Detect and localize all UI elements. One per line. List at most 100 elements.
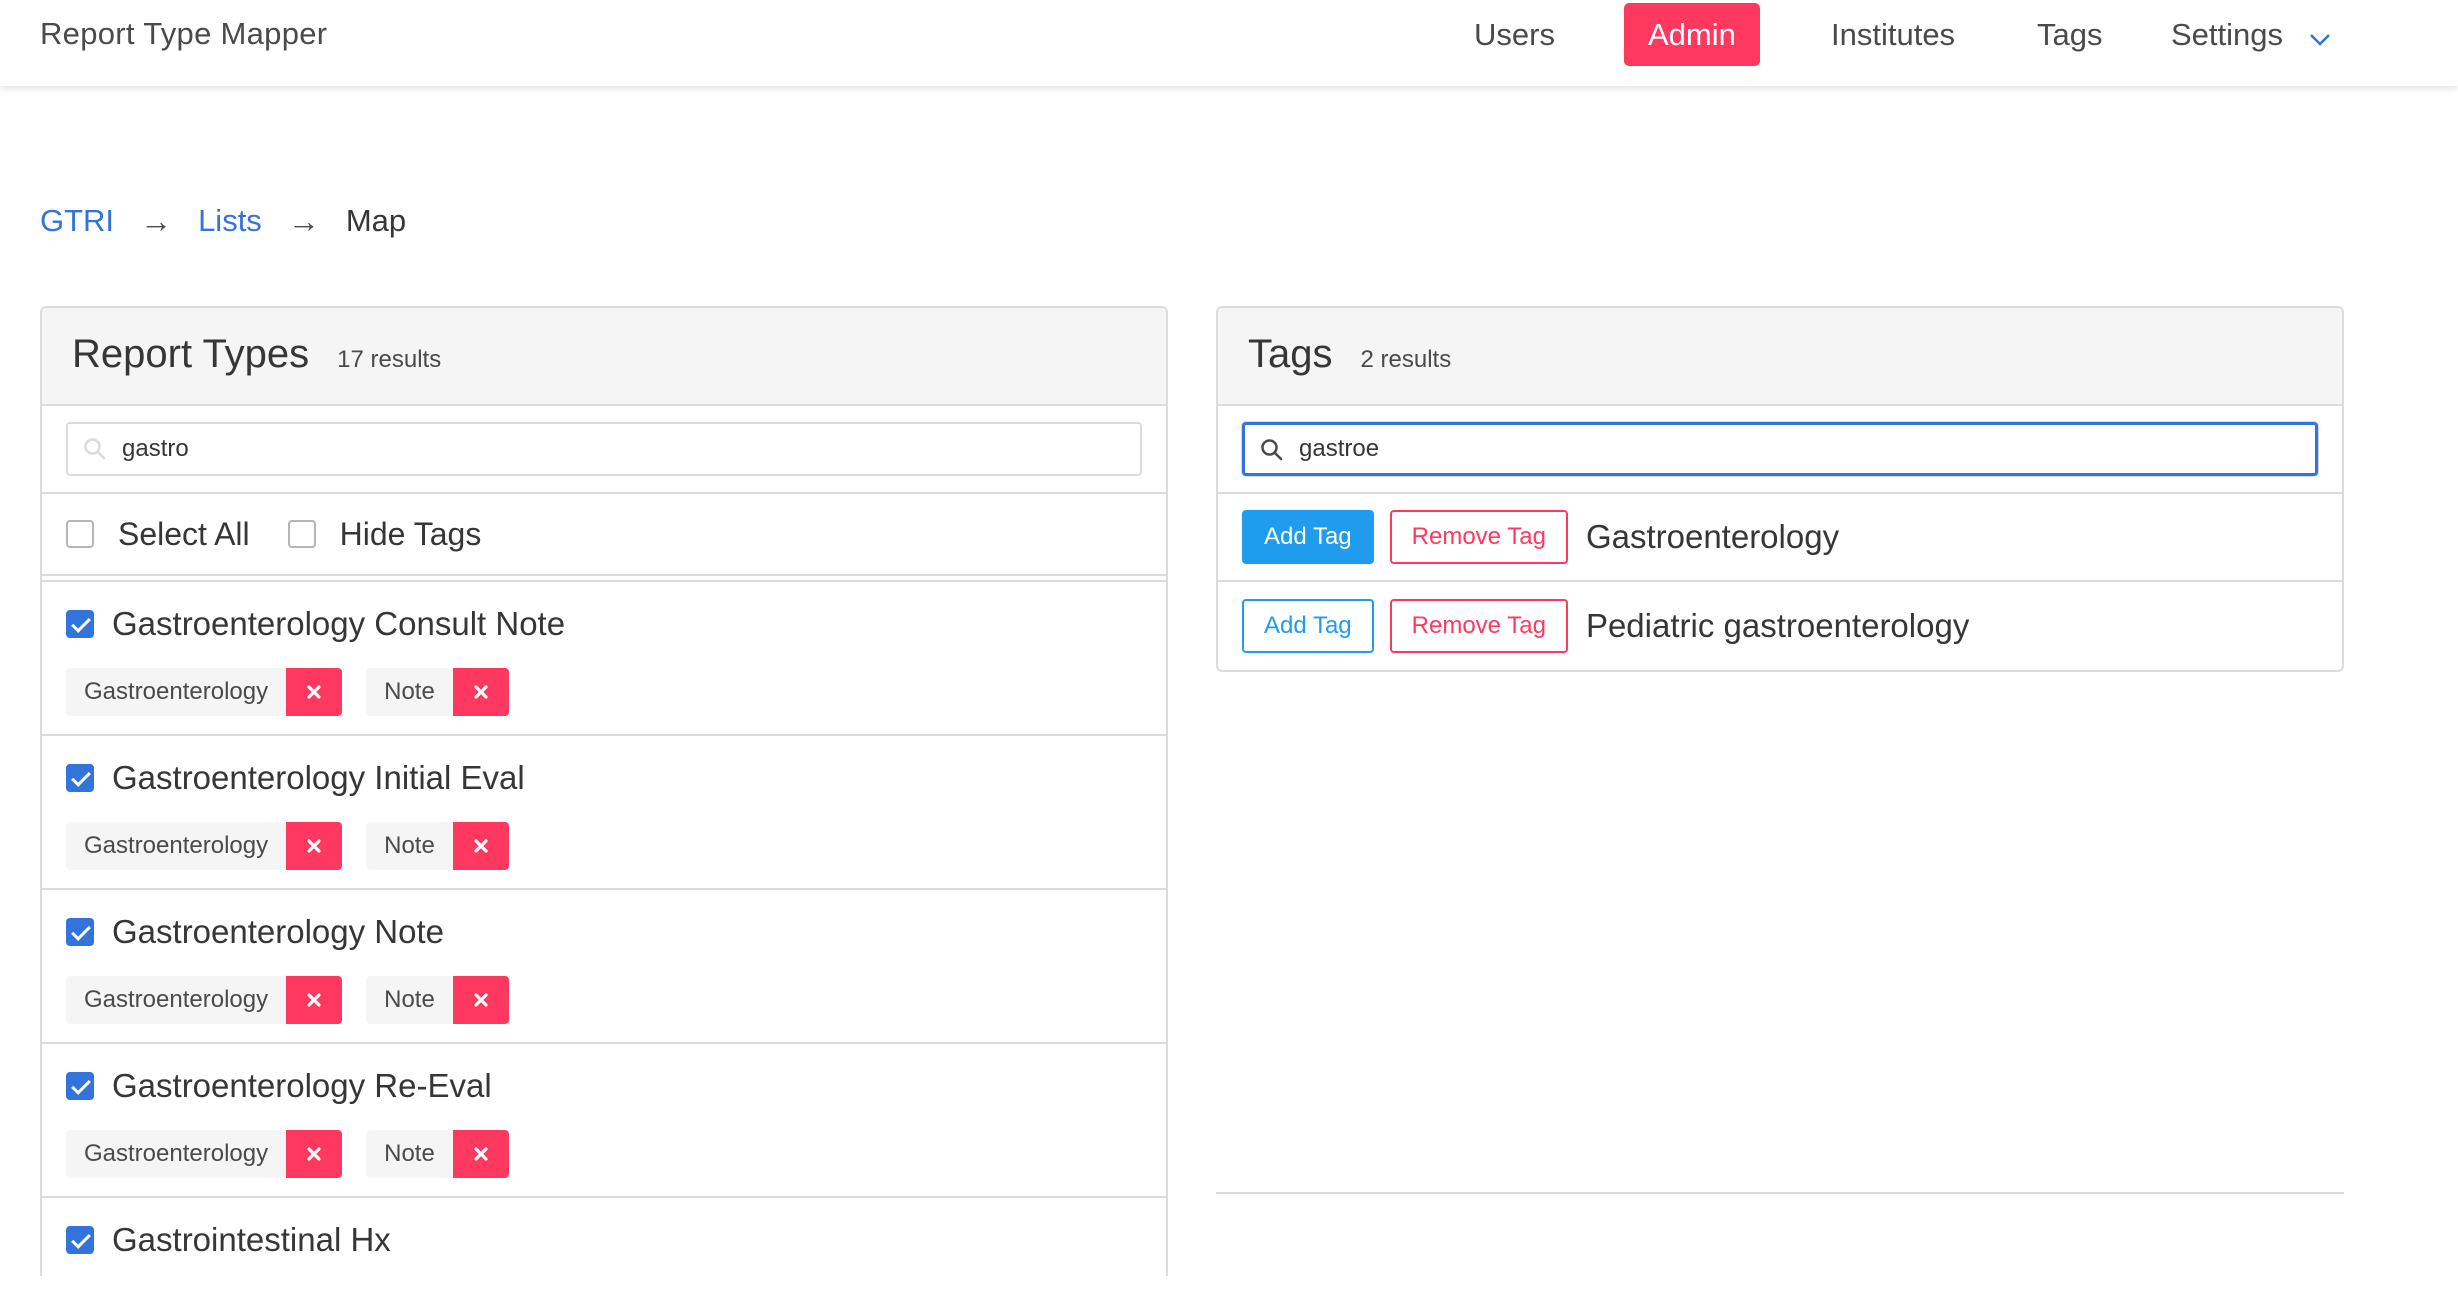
checkbox-icon[interactable]: [66, 520, 94, 548]
checkbox-icon[interactable]: [287, 520, 316, 548]
add-tag-button[interactable]: Add Tag: [1242, 510, 1374, 564]
remove-tag-button[interactable]: [452, 668, 509, 716]
tags-search-box[interactable]: [1242, 422, 2318, 476]
report-type-checkbox-row[interactable]: Gastroenterology Re-Eval: [66, 1066, 1166, 1106]
report-type-tags: Gastroenterology Note: [66, 1130, 1166, 1178]
breadcrumb-map: Map: [345, 203, 407, 238]
close-icon: [474, 685, 488, 699]
report-type-item: Gastrointestinal Hx: [42, 1198, 1166, 1276]
tag-chip: Note: [366, 822, 509, 870]
remove-tag-button[interactable]: [286, 976, 343, 1024]
report-type-checkbox-row[interactable]: Gastroenterology Initial Eval: [66, 758, 1166, 798]
report-type-name: Gastroenterology Initial Eval: [112, 759, 525, 796]
nav-users[interactable]: Users: [1450, 3, 1579, 66]
tag-result-row: Add Tag Remove Tag Gastroenterology: [1218, 494, 2342, 582]
tag-chip: Note: [366, 668, 509, 716]
close-icon: [474, 839, 488, 853]
tag-chip: Note: [366, 976, 509, 1024]
report-types-panel: Report Types 17 results Select All Hide …: [40, 306, 1168, 1276]
search-icon: [82, 436, 108, 462]
remove-tag-button[interactable]: [286, 822, 343, 870]
report-types-count: 17 results: [337, 346, 442, 373]
report-type-tags: Gastroenterology Note: [66, 976, 1166, 1024]
top-navbar: Report Type Mapper Users Admin Institute…: [0, 0, 2458, 86]
remove-tag-button[interactable]: [286, 668, 343, 716]
close-icon: [307, 839, 321, 853]
add-tag-button[interactable]: Add Tag: [1242, 599, 1374, 653]
report-types-search-block: [42, 406, 1166, 494]
tag-chip-label: Gastroenterology: [66, 976, 287, 1024]
checkbox-checked-icon[interactable]: [66, 610, 94, 638]
report-type-name: Gastrointestinal Hx: [112, 1221, 391, 1258]
hide-tags-checkbox[interactable]: Hide Tags: [287, 515, 482, 553]
tag-result-name: Pediatric gastroenterology: [1585, 607, 1970, 644]
report-types-search-input[interactable]: [122, 424, 1130, 474]
report-type-item: Gastroenterology Initial Eval Gastroente…: [42, 736, 1166, 890]
close-icon: [474, 993, 488, 1007]
search-icon: [1259, 437, 1285, 463]
tag-chip-label: Gastroenterology: [66, 668, 287, 716]
report-type-checkbox-row[interactable]: Gastroenterology Consult Note: [66, 604, 1166, 644]
tag-chip: Gastroenterology: [66, 976, 343, 1024]
remove-tag-button[interactable]: Remove Tag: [1389, 510, 1568, 564]
breadcrumb-gtri[interactable]: GTRI: [40, 203, 114, 239]
tag-chip-label: Gastroenterology: [66, 1130, 287, 1178]
select-all-checkbox[interactable]: Select All: [66, 516, 250, 553]
report-type-item: Gastroenterology Note Gastroenterology N…: [42, 890, 1166, 1044]
remove-tag-button[interactable]: [452, 822, 509, 870]
tag-chip-label: Note: [366, 976, 453, 1024]
nav-settings-label: Settings: [2171, 17, 2284, 52]
report-type-tags: Gastroenterology Note: [66, 668, 1166, 716]
tags-heading: Tags 2 results: [1218, 308, 2342, 406]
checkbox-checked-icon[interactable]: [66, 918, 94, 946]
breadcrumb-separator: →: [287, 202, 320, 239]
nav-settings-dropdown[interactable]: Settings: [2147, 3, 2355, 66]
tags-search-block: [1218, 406, 2342, 494]
checkbox-checked-icon[interactable]: [66, 1072, 94, 1100]
close-icon: [307, 1147, 321, 1161]
chevron-down-icon: [2309, 5, 2331, 68]
tag-chip-label: Note: [366, 1130, 453, 1178]
remove-tag-button[interactable]: [452, 976, 509, 1024]
report-type-item: Gastroenterology Consult Note Gastroente…: [42, 582, 1166, 736]
breadcrumb-lists[interactable]: Lists: [198, 203, 262, 239]
tag-chip: Note: [366, 1130, 509, 1178]
report-type-name: Gastroenterology Note: [112, 913, 445, 950]
report-type-tags: Gastroenterology Note: [66, 822, 1166, 870]
report-types-heading: Report Types 17 results: [42, 308, 1166, 406]
report-types-search-box[interactable]: [66, 422, 1142, 476]
report-type-name: Gastroenterology Re-Eval: [112, 1067, 492, 1104]
nav-institutes[interactable]: Institutes: [1807, 3, 1979, 66]
nav-admin[interactable]: Admin: [1624, 3, 1760, 66]
tag-chip-label: Gastroenterology: [66, 822, 287, 870]
app-brand[interactable]: Report Type Mapper: [40, 16, 327, 52]
report-type-checkbox-row[interactable]: Gastroenterology Note: [66, 912, 1166, 952]
report-types-title: Report Types: [72, 332, 310, 376]
report-type-name: Gastroenterology Consult Note: [112, 605, 566, 642]
tags-panel: Tags 2 results Add Tag Remove Tag Gastro…: [1216, 306, 2344, 672]
tag-chip-label: Note: [366, 822, 453, 870]
tag-result-name: Gastroenterology: [1585, 518, 1840, 555]
divider: [1216, 1192, 2344, 1194]
tags-title: Tags: [1248, 332, 1333, 376]
tags-search-input[interactable]: [1299, 425, 2305, 473]
select-all-label: Select All: [118, 515, 250, 552]
tag-result-row: Add Tag Remove Tag Pediatric gastroenter…: [1218, 582, 2342, 670]
report-type-checkbox-row[interactable]: Gastrointestinal Hx: [66, 1220, 1166, 1260]
close-icon: [307, 993, 321, 1007]
report-type-item: Gastroenterology Re-Eval Gastroenterolog…: [42, 1044, 1166, 1198]
remove-tag-button[interactable]: Remove Tag: [1389, 599, 1568, 653]
checkbox-checked-icon[interactable]: [66, 1226, 94, 1254]
tag-chip: Gastroenterology: [66, 822, 343, 870]
checkbox-checked-icon[interactable]: [66, 764, 94, 792]
tag-chip: Gastroenterology: [66, 668, 343, 716]
remove-tag-button[interactable]: [286, 1130, 343, 1178]
close-icon: [307, 685, 321, 699]
close-icon: [474, 1147, 488, 1161]
breadcrumb-separator: →: [140, 202, 173, 239]
tag-chip-label: Note: [366, 668, 453, 716]
remove-tag-button[interactable]: [452, 1130, 509, 1178]
hide-tags-label: Hide Tags: [339, 515, 482, 552]
nav-tags[interactable]: Tags: [2013, 3, 2126, 66]
breadcrumb: GTRI → Lists → Map: [40, 196, 406, 246]
